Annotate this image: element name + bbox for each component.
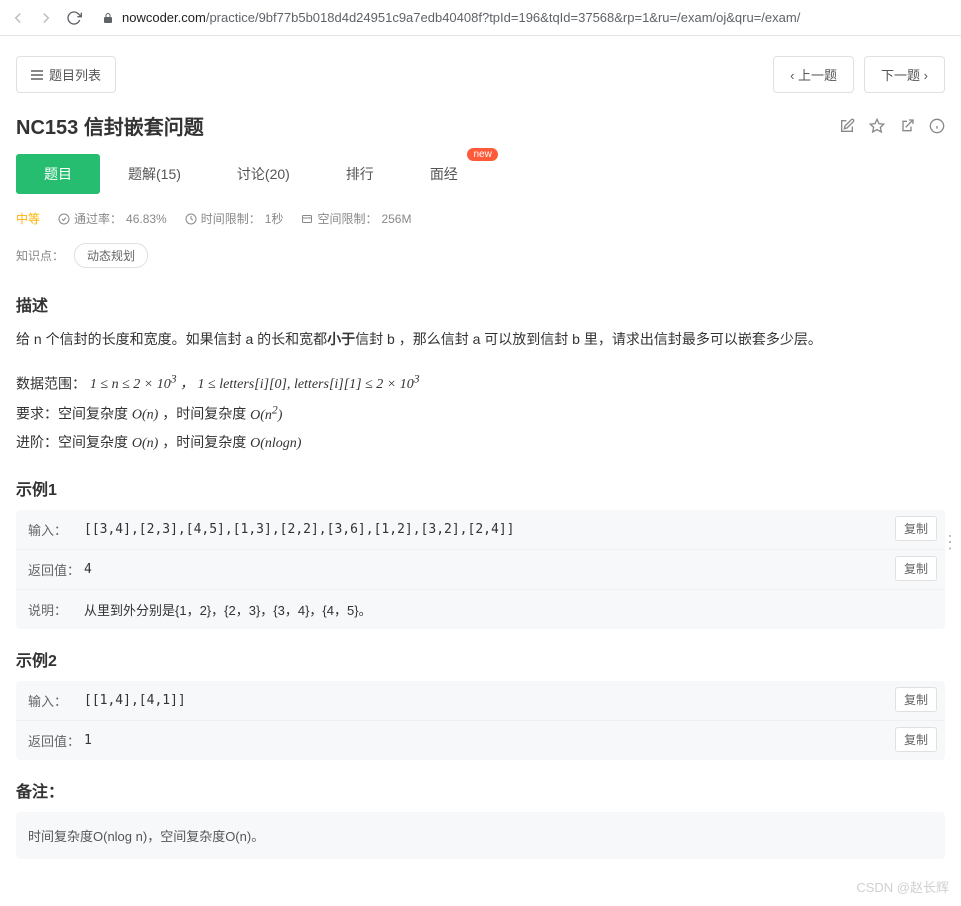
problem-list-label: 题目列表 [49, 65, 101, 84]
example2-input-row: 输入： [[1,4],[4,1]] 复制 [16, 681, 945, 721]
example1-output-row: 返回值： 4 复制 [16, 550, 945, 590]
copy-button[interactable]: 复制 [895, 516, 937, 541]
watermark: CSDN @赵长辉 [856, 877, 949, 896]
example1-heading: 示例1 [16, 476, 945, 500]
tags-label: 知识点： [16, 247, 64, 264]
pass-rate: 通过率：46.83% [58, 210, 167, 227]
next-button[interactable]: 下一题 › [864, 56, 945, 93]
desc-heading: 描述 [16, 292, 945, 316]
copy-button[interactable]: 复制 [895, 556, 937, 581]
reload-icon[interactable] [64, 8, 84, 28]
time-limit: 时间限制：1秒 [185, 210, 284, 227]
requirement: 要求：空间复杂度 O(n) ，时间复杂度 O(n2) [16, 399, 945, 429]
url-text: nowcoder.com/practice/9bf77b5b018d4d2495… [122, 10, 800, 25]
forward-icon[interactable] [36, 8, 56, 28]
page-title: NC153 信封嵌套问题 [16, 111, 204, 140]
edit-icon[interactable] [839, 118, 855, 134]
tab-ranking[interactable]: 排行 [318, 154, 402, 194]
lock-icon [102, 12, 114, 24]
back-icon[interactable] [8, 8, 28, 28]
prev-button[interactable]: ‹ 上一题 [773, 56, 854, 93]
note-box: 时间复杂度O(nlog n)，空间复杂度O(n)。 [16, 812, 945, 859]
tag-dp[interactable]: 动态规划 [74, 243, 148, 268]
new-badge: new [467, 148, 497, 161]
top-row: 题目列表 ‹ 上一题 下一题 › [16, 56, 945, 93]
copy-button[interactable]: 复制 [895, 727, 937, 752]
example1-input-row: 输入： [[3,4],[2,3],[4,5],[1,3],[2,2],[3,6]… [16, 510, 945, 550]
more-dots-icon[interactable]: ⋮ [941, 540, 959, 544]
star-icon[interactable] [869, 118, 885, 134]
example2-heading: 示例2 [16, 647, 945, 671]
tabs: 题目 题解(15) 讨论(20) 排行 面经new [16, 154, 945, 194]
info-icon[interactable] [929, 118, 945, 134]
tab-discussion[interactable]: 讨论(20) [209, 154, 318, 194]
description: 描述 给 n 个信封的长度和宽度。如果信封 a 的长和宽都小于信封 b ，那么信… [16, 292, 945, 458]
tab-interview[interactable]: 面经new [402, 154, 486, 194]
space-limit: 空间限制：256M [301, 210, 411, 227]
problem-list-button[interactable]: 题目列表 [16, 56, 116, 93]
tab-solutions[interactable]: 题解(15) [100, 154, 209, 194]
example1-explain-row: 说明： 从里到外分别是{1，2}，{2，3}，{3，4}，{4，5}。 [16, 590, 945, 629]
note-heading: 备注： [16, 778, 945, 802]
desc-paragraph: 给 n 个信封的长度和宽度。如果信封 a 的长和宽都小于信封 b ，那么信封 a… [16, 326, 945, 353]
url-bar[interactable]: nowcoder.com/practice/9bf77b5b018d4d2495… [92, 4, 953, 32]
title-actions [839, 118, 945, 134]
example2-box: 输入： [[1,4],[4,1]] 复制 返回值： 1 复制 [16, 681, 945, 760]
tags-row: 知识点： 动态规划 [16, 243, 945, 268]
list-icon [31, 70, 43, 80]
example2-output: 1 [84, 733, 933, 748]
browser-bar: nowcoder.com/practice/9bf77b5b018d4d2495… [0, 0, 961, 36]
copy-button[interactable]: 复制 [895, 687, 937, 712]
stats-row: 中等 通过率：46.83% 时间限制：1秒 空间限制：256M [16, 210, 945, 227]
data-range: 数据范围： 1 ≤ n ≤ 2 × 103 ， 1 ≤ letters[i][0… [16, 369, 945, 399]
example1-box: 输入： [[3,4],[2,3],[4,5],[1,3],[2,2],[3,6]… [16, 510, 945, 629]
advanced: 进阶：空间复杂度 O(n) ，时间复杂度 O(nlogn) [16, 429, 945, 458]
tab-problem[interactable]: 题目 [16, 154, 100, 194]
example2-output-row: 返回值： 1 复制 [16, 721, 945, 760]
example1-explain: 从里到外分别是{1，2}，{2，3}，{3，4}，{4，5}。 [84, 600, 933, 619]
example1-output: 4 [84, 562, 933, 577]
share-icon[interactable] [899, 118, 915, 134]
difficulty-badge: 中等 [16, 210, 40, 227]
example1-input: [[3,4],[2,3],[4,5],[1,3],[2,2],[3,6],[1,… [84, 522, 933, 537]
example2-input: [[1,4],[4,1]] [84, 693, 933, 708]
title-row: NC153 信封嵌套问题 [16, 111, 945, 140]
